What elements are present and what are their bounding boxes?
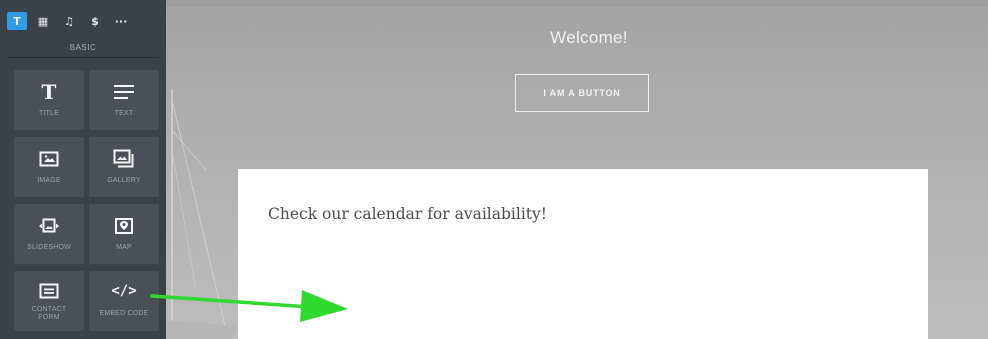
title-icon: T [41, 80, 57, 104]
divider [7, 57, 159, 58]
tile-text[interactable]: TEXT [89, 70, 159, 130]
tile-label: TITLE [38, 110, 60, 117]
tab-layout[interactable]: ▦ [33, 12, 53, 30]
tile-label: EMBED CODE [99, 310, 149, 317]
tile-label: SLIDESHOW [27, 244, 71, 251]
map-icon [104, 214, 144, 238]
tile-label: IMAGE [37, 177, 61, 184]
tab-basic[interactable]: T [7, 12, 27, 30]
tile-gallery[interactable]: GALLERY [89, 137, 159, 197]
tile-label: TEXT [114, 110, 134, 117]
gallery-icon [104, 147, 144, 171]
tile-embed-code[interactable]: </> EMBED CODE [89, 271, 159, 331]
tab-more[interactable]: ··· [111, 12, 131, 30]
welcome-heading: Welcome! [550, 28, 628, 47]
embed-code-icon: </> [111, 283, 137, 299]
image-icon [29, 147, 69, 171]
section-label: BASIC [69, 43, 97, 52]
slideshow-icon [29, 214, 69, 238]
tab-commerce[interactable]: $ [85, 12, 105, 30]
text-icon [104, 80, 144, 104]
tile-map[interactable]: MAP [89, 204, 159, 264]
i-am-a-button[interactable]: I AM A BUTTON [515, 74, 649, 112]
tab-media[interactable]: ♫ [59, 12, 79, 30]
category-tabs: T ▦ ♫ $ ··· [7, 12, 131, 32]
tile-label: CONTACT FORM [31, 306, 67, 321]
element-sidebar: T ▦ ♫ $ ··· BASIC T TITLE TEXT IMAGE GAL… [0, 0, 166, 339]
calendar-text: Check our calendar for availability! [268, 205, 548, 223]
tile-image[interactable]: IMAGE [14, 137, 84, 197]
tile-slideshow[interactable]: SLIDESHOW [14, 204, 84, 264]
drag-arrow-icon [150, 290, 348, 322]
tile-contact-form[interactable]: CONTACT FORM [14, 271, 84, 331]
tile-label: MAP [116, 244, 132, 251]
tile-label: GALLERY [107, 177, 141, 184]
canvas-top-edge [166, 0, 988, 6]
tile-title[interactable]: T TITLE [14, 70, 84, 130]
contact-form-icon [29, 279, 69, 303]
